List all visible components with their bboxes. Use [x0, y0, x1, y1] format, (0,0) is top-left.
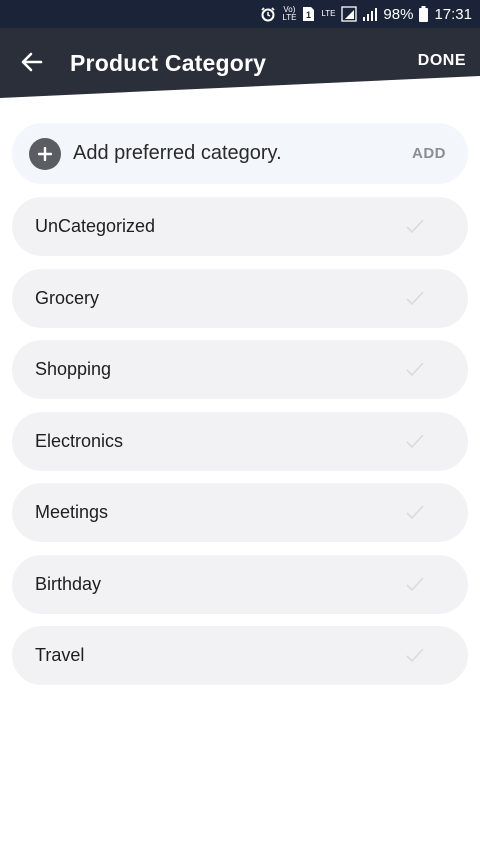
add-category-row[interactable]: Add preferred category. ADD — [12, 123, 468, 184]
battery-percent: 98% — [383, 5, 414, 23]
sim-icon: 1 — [303, 7, 315, 21]
category-label: Meetings — [35, 502, 109, 522]
check-icon[interactable] — [406, 361, 424, 377]
category-list: UnCategorized Grocery Shopping Electroni… — [12, 197, 468, 698]
category-item-electronics[interactable]: Electronics — [12, 411, 468, 471]
toolbar: Product Category DONE — [0, 28, 480, 98]
back-button[interactable] — [14, 44, 50, 80]
category-label: Shopping — [35, 359, 112, 379]
add-button[interactable]: ADD — [412, 145, 446, 162]
plus-glyph — [38, 147, 52, 161]
check-icon[interactable] — [406, 218, 424, 234]
category-label: Travel — [35, 645, 85, 665]
category-item-meetings[interactable]: Meetings — [12, 483, 468, 542]
category-label: Grocery — [35, 287, 100, 308]
category-item-uncategorized[interactable]: UnCategorized — [12, 197, 468, 256]
battery-icon — [419, 6, 429, 22]
category-item-shopping[interactable]: Shopping — [12, 340, 468, 399]
volte-icon: Vo) LTE — [282, 5, 297, 22]
category-label: Birthday — [35, 573, 102, 594]
status-icons: Vo) LTE 1 LTE 98% 17:31 — [260, 0, 472, 28]
status-time: 17:31 — [434, 5, 472, 23]
category-item-birthday[interactable]: Birthday — [12, 554, 468, 614]
signal-bars-icon — [363, 8, 378, 21]
category-label: Electronics — [35, 430, 124, 451]
page-title: Product Category — [70, 50, 267, 76]
check-icon[interactable] — [406, 576, 424, 592]
category-label: UnCategorized — [35, 216, 156, 236]
check-icon[interactable] — [406, 504, 424, 520]
alarm-icon — [261, 7, 276, 22]
category-item-travel[interactable]: Travel — [12, 626, 468, 685]
signal-box-icon — [341, 6, 358, 22]
lte-icon: LTE — [321, 9, 336, 18]
arrow-left-icon — [21, 52, 43, 72]
check-icon[interactable] — [406, 647, 424, 663]
category-item-grocery[interactable]: Grocery — [12, 268, 468, 328]
check-icon[interactable] — [406, 290, 424, 306]
done-button[interactable]: DONE — [418, 52, 466, 70]
plus-icon[interactable] — [29, 138, 61, 170]
status-bar: Vo) LTE 1 LTE 98% 17:31 — [0, 0, 480, 28]
sim-slot-label: 1 — [306, 10, 311, 20]
add-category-input[interactable]: Add preferred category. — [73, 142, 282, 165]
check-icon[interactable] — [406, 433, 424, 449]
